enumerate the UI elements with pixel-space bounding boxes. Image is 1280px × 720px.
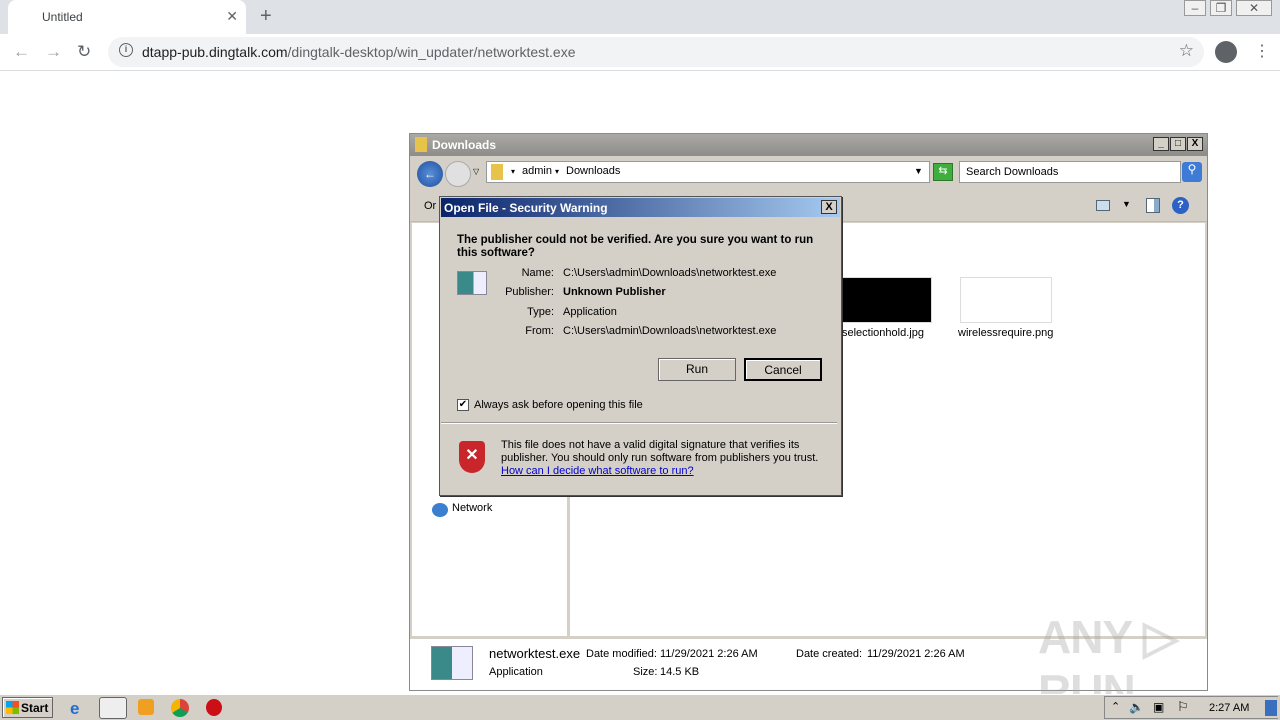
details-file-name: networktest.exe — [489, 646, 581, 661]
forward-icon[interactable] — [445, 161, 471, 187]
volume-icon[interactable]: 🔈 — [1129, 700, 1144, 714]
minimize-icon[interactable]: – — [1184, 0, 1206, 16]
search-input[interactable]: Search Downloads — [959, 161, 1181, 183]
folder-icon — [415, 137, 427, 152]
explorer-nav-row: ← ▽ ▾ admin ▾ Downloads ▼ ⇆ Search Downl… — [410, 158, 1207, 188]
date-modified-value: 11/29/2021 2:26 AM — [660, 648, 758, 660]
run-button[interactable]: Run — [658, 358, 736, 381]
close-icon[interactable]: X — [821, 200, 837, 214]
name-label: Name: — [521, 267, 554, 279]
application-icon — [457, 271, 487, 295]
back-icon[interactable]: ← — [417, 161, 443, 187]
warning-text: This file does not have a valid digital … — [501, 439, 819, 464]
url-input[interactable]: i dtapp-pub.dingtalk.com/dingtalk-deskto… — [108, 37, 1204, 67]
date-created-label: Date created: — [796, 648, 863, 660]
breadcrumb-downloads[interactable]: Downloads — [566, 165, 620, 177]
profile-avatar-icon[interactable] — [1215, 41, 1237, 63]
type-value: Application — [563, 306, 617, 318]
checkbox-label[interactable]: Always ask before opening this file — [474, 399, 643, 411]
close-window-icon[interactable]: ✕ — [1236, 0, 1272, 16]
organize-menu[interactable]: Or — [424, 200, 436, 212]
from-value: C:\Users\admin\Downloads\networktest.exe — [563, 325, 777, 337]
refresh-icon[interactable]: ⇆ — [933, 163, 953, 181]
publisher-label: Publisher: — [505, 286, 554, 298]
clock[interactable]: 2:27 AM — [1209, 702, 1249, 714]
network-icon — [432, 503, 448, 517]
file-name: wirelessrequire.png — [958, 327, 1054, 339]
explorer-taskbar-icon[interactable] — [99, 697, 127, 719]
dialog-title: Open File - Security Warning — [444, 201, 608, 215]
name-value: C:\Users\admin\Downloads\networktest.exe — [563, 267, 777, 279]
publisher-value: Unknown Publisher — [563, 286, 666, 298]
size-value: 14.5 KB — [660, 666, 700, 678]
breadcrumb[interactable]: ▾ admin ▾ Downloads ▼ — [486, 161, 930, 183]
url-host: dtapp-pub.dingtalk.com — [142, 44, 288, 60]
new-tab-icon[interactable]: + — [260, 5, 272, 28]
menu-icon[interactable]: ⋮ — [1254, 41, 1270, 61]
details-file-type: Application — [489, 666, 543, 678]
close-icon[interactable]: X — [1187, 137, 1203, 151]
file-thumbnail — [840, 277, 932, 323]
back-icon[interactable]: ← — [13, 42, 30, 62]
reload-icon[interactable]: ↻ — [77, 42, 91, 62]
explorer-title: Downloads — [432, 138, 497, 152]
date-created-value: 11/29/2021 2:26 AM — [867, 648, 965, 660]
browser-tab[interactable]: Untitled ✕ — [8, 0, 246, 34]
date-modified-label: Date modified: — [586, 648, 657, 660]
file-item[interactable]: selectionhold.jpg — [840, 277, 932, 339]
minimize-icon[interactable]: _ — [1153, 137, 1169, 151]
restore-icon[interactable]: ❐ — [1210, 0, 1232, 16]
dialog-title-bar: Open File - Security Warning X — [441, 198, 840, 217]
breadcrumb-admin[interactable]: admin — [522, 165, 552, 177]
media-player-icon[interactable] — [138, 699, 154, 715]
help-link[interactable]: How can I decide what software to run? — [501, 465, 694, 477]
views-icon[interactable] — [1096, 200, 1110, 211]
security-warning-dialog: Open File - Security Warning X The publi… — [439, 196, 842, 496]
opera-icon[interactable] — [206, 699, 222, 716]
preview-pane-icon[interactable] — [1146, 198, 1160, 213]
views-dropdown-icon[interactable]: ▼ — [1122, 199, 1131, 209]
forward-icon[interactable]: → — [45, 42, 62, 62]
start-button[interactable]: Start — [2, 697, 53, 718]
size-label: Size: — [633, 666, 658, 678]
system-tray: ⌃ 🔈 ▣ ⚐ 2:27 AM — [1104, 696, 1278, 719]
windows-logo-icon — [6, 701, 19, 714]
url-path: /dingtalk-desktop/win_updater/networktes… — [287, 44, 576, 60]
application-icon — [431, 646, 473, 680]
type-label: Type: — [527, 306, 554, 318]
taskbar: Start e ⌃ 🔈 ▣ ⚐ 2:27 AM — [0, 694, 1280, 720]
show-hidden-icons[interactable]: ⌃ — [1111, 700, 1120, 713]
info-icon[interactable]: i — [119, 43, 133, 57]
from-label: From: — [525, 325, 554, 337]
chrome-icon[interactable] — [171, 699, 189, 717]
folder-icon — [491, 164, 503, 180]
action-center-flag-icon[interactable]: ⚐ — [1177, 699, 1189, 715]
divider — [441, 422, 837, 424]
file-thumbnail — [960, 277, 1052, 323]
start-label: Start — [21, 701, 49, 715]
maximize-icon[interactable]: □ — [1170, 137, 1186, 151]
file-name: selectionhold.jpg — [842, 327, 924, 339]
tab-title: Untitled — [42, 10, 83, 24]
recent-dropdown-icon[interactable]: ▽ — [473, 167, 479, 176]
always-ask-checkbox[interactable]: ✔ — [457, 399, 469, 411]
network-status-icon[interactable]: ▣ — [1153, 700, 1164, 714]
explorer-title-bar: Downloads _ □ X — [410, 134, 1207, 156]
help-icon[interactable]: ? — [1172, 197, 1189, 214]
address-bar-row: ← → ↻ i dtapp-pub.dingtalk.com/dingtalk-… — [0, 34, 1280, 71]
close-tab-icon[interactable]: ✕ — [226, 8, 238, 25]
address-dropdown-icon[interactable]: ▼ — [914, 166, 923, 176]
internet-explorer-icon[interactable]: e — [70, 699, 90, 718]
bookmark-star-icon[interactable]: ☆ — [1179, 41, 1194, 61]
cancel-button[interactable]: Cancel — [744, 358, 822, 381]
nav-item-network[interactable]: Network — [452, 502, 492, 514]
browser-tab-bar: Untitled ✕ + – ❐ ✕ — [0, 0, 1280, 34]
search-icon[interactable]: ⚲ — [1182, 162, 1202, 182]
show-desktop-button[interactable] — [1265, 700, 1277, 716]
shield-error-icon: ✕ — [459, 441, 485, 473]
file-item[interactable]: wirelessrequire.png — [958, 277, 1054, 339]
dialog-heading: The publisher could not be verified. Are… — [457, 234, 814, 259]
